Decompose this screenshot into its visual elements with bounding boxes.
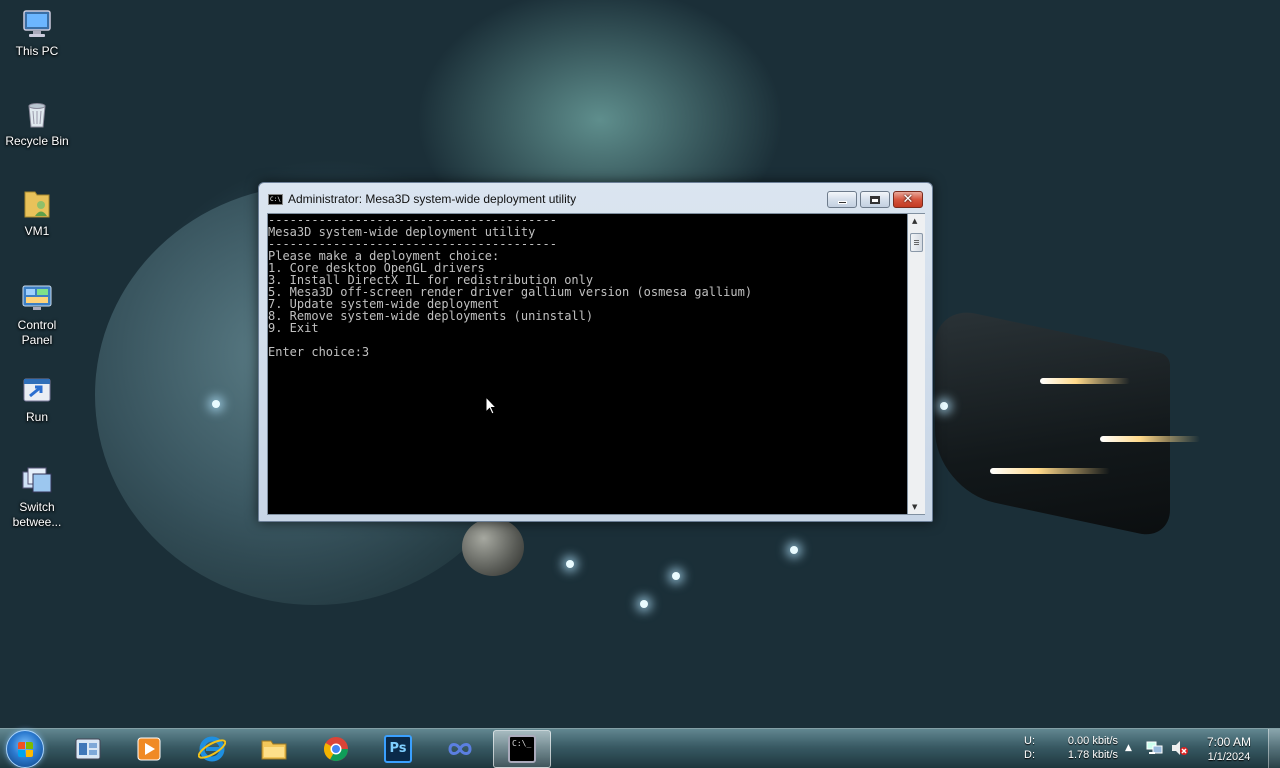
console-window[interactable]: C:\ Administrator: Mesa3D system-wide de… xyxy=(258,182,933,522)
window-title: Administrator: Mesa3D system-wide deploy… xyxy=(288,192,577,206)
wallpaper-ship xyxy=(935,305,1170,540)
clock-date: 1/1/2024 xyxy=(1207,751,1251,763)
wallpaper-ship-engine-glow xyxy=(1040,378,1130,384)
wallpaper-ship-engine-glow xyxy=(990,468,1110,474)
clock-time: 7:00 AM xyxy=(1206,735,1252,749)
wallpaper-star-flare xyxy=(672,572,680,580)
windows-logo-icon xyxy=(18,742,34,758)
media-player-icon xyxy=(135,735,163,763)
taskbar-app-visual-studio[interactable] xyxy=(431,730,489,768)
desktop-icon-this-pc[interactable]: This PC xyxy=(4,8,70,59)
wallpaper-moon xyxy=(462,518,524,576)
desktop-icon-recycle-bin[interactable]: Recycle Bin xyxy=(4,98,70,149)
folder-icon xyxy=(260,735,288,763)
taskbar-app-explorer[interactable] xyxy=(59,730,117,768)
desktop-icon-vm1[interactable]: VM1 xyxy=(4,188,70,239)
start-button[interactable] xyxy=(6,730,44,768)
network-speed-labels: U: D: xyxy=(1024,735,1035,761)
window-titlebar[interactable]: C:\ Administrator: Mesa3D system-wide de… xyxy=(259,183,932,213)
chrome-icon xyxy=(322,735,350,763)
wallpaper-star-flare xyxy=(640,600,648,608)
wallpaper-star-flare xyxy=(790,546,798,554)
mouse-cursor-icon xyxy=(485,395,498,419)
upload-speed: 0.00 kbit/s xyxy=(1067,735,1118,747)
maximize-button[interactable] xyxy=(860,191,890,208)
explorer-icon xyxy=(74,735,102,763)
minimize-icon xyxy=(837,201,847,204)
computer-icon xyxy=(21,8,53,40)
minimize-button[interactable] xyxy=(827,191,857,208)
console-output[interactable]: ----------------------------------------… xyxy=(267,213,908,515)
taskbar-app-chrome[interactable] xyxy=(307,730,365,768)
taskbar-app-photoshop[interactable]: Ps xyxy=(369,730,427,768)
internet-explorer-icon xyxy=(197,735,227,763)
scroll-down-arrow-icon[interactable]: ▼ xyxy=(912,503,917,511)
scroll-up-arrow-icon[interactable]: ▲ xyxy=(912,217,917,225)
photoshop-icon: Ps xyxy=(384,735,412,763)
clock[interactable]: 7:00 AM 1/1/2024 xyxy=(1196,734,1262,764)
switch-windows-icon xyxy=(21,464,53,496)
show-hidden-icons-arrow[interactable]: ▲ xyxy=(1125,743,1132,753)
wallpaper-star-flare xyxy=(212,400,220,408)
scrollbar-thumb[interactable] xyxy=(910,233,923,252)
desktop-icon-switch-windows[interactable]: Switch betwee... xyxy=(4,464,70,530)
console-text: ----------------------------------------… xyxy=(268,213,753,359)
desktop-icon-control-panel[interactable]: Control Panel xyxy=(4,282,70,348)
taskbar-app-media-player[interactable] xyxy=(120,730,178,768)
taskbar-app-file-explorer[interactable] xyxy=(245,730,303,768)
run-icon xyxy=(21,374,53,406)
cmd-icon: C:\ xyxy=(268,194,283,205)
network-icon[interactable] xyxy=(1146,740,1164,760)
taskbar-app-internet-explorer[interactable] xyxy=(183,730,241,768)
desktop-icon-run[interactable]: Run xyxy=(4,374,70,425)
recycle-bin-icon xyxy=(21,98,53,130)
network-speed-values: 0.00 kbit/s 1.78 kbit/s xyxy=(1052,734,1118,762)
cmd-icon: C:\_ xyxy=(508,735,536,763)
show-desktop-button[interactable] xyxy=(1268,729,1280,768)
wallpaper-ship-engine-glow xyxy=(1100,436,1200,442)
close-button[interactable]: ✕ xyxy=(893,191,923,208)
wallpaper-star-flare xyxy=(940,402,948,410)
volume-muted-icon[interactable] xyxy=(1171,740,1189,760)
maximize-icon xyxy=(870,195,880,204)
infinity-icon xyxy=(446,735,474,763)
control-panel-icon xyxy=(21,282,53,314)
wallpaper-star-flare xyxy=(566,560,574,568)
download-speed: 1.78 kbit/s xyxy=(1067,749,1118,761)
user-folder-icon xyxy=(21,188,53,220)
close-icon: ✕ xyxy=(902,192,914,207)
vertical-scrollbar[interactable]: ▲ ▼ xyxy=(908,213,925,515)
taskbar-app-command-prompt[interactable]: C:\_ xyxy=(493,730,551,768)
